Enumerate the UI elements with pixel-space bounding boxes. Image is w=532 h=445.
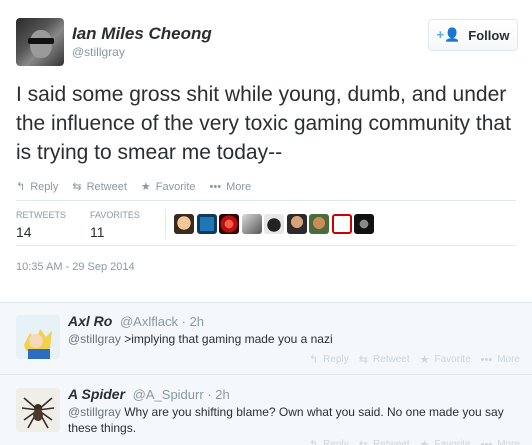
avatar[interactable] [309, 214, 329, 234]
more-icon: ••• [480, 353, 493, 366]
retweet-button[interactable]: ⇆ Retweet [359, 438, 410, 445]
list-item[interactable]: A Spider @A_Spidurr · 2h @stillgray Why … [0, 376, 532, 445]
retweet-label: Retweet [372, 439, 410, 445]
avatar[interactable] [16, 388, 60, 432]
follow-button[interactable]: +👤 Follow [428, 19, 518, 51]
follow-label: Follow [468, 27, 510, 43]
reply-author-name[interactable]: Axl Ro [68, 313, 112, 329]
reply-actions: ↰ Reply ⇆ Retweet ★ Favorite ••• More [309, 353, 520, 367]
avatar-glasses [28, 38, 54, 44]
favorite-button[interactable]: ★ Favorite [420, 438, 471, 445]
reply-label: Reply [30, 180, 59, 193]
more-label: More [226, 180, 252, 193]
more-button[interactable]: ••• More [210, 181, 252, 193]
retweet-button[interactable]: ⇆ Retweet [359, 353, 410, 366]
avatar[interactable] [219, 214, 239, 234]
avatar[interactable] [16, 315, 60, 359]
more-button[interactable]: ••• More [481, 353, 520, 366]
more-label: More [497, 439, 520, 445]
stats-divider [165, 209, 166, 239]
tweet-stats: RETWEETS 14 FAVORITES 11 [16, 200, 516, 246]
more-icon: ••• [209, 180, 222, 193]
favorite-button[interactable]: ★ Favorite [140, 180, 196, 194]
reply-text: @stillgray >implying that gaming made yo… [68, 331, 520, 347]
favorite-label: Favorite [434, 354, 471, 365]
star-icon: ★ [419, 439, 430, 445]
reply-label: Reply [323, 354, 349, 365]
avatar[interactable] [264, 214, 284, 234]
favorites-count: 11 [90, 224, 105, 240]
reply-icon: ↰ [308, 354, 319, 366]
retweet-icon: ⇆ [358, 354, 368, 366]
reply-label: Reply [323, 439, 349, 445]
tweet-card: Ian Miles Cheong @stillgray +👤 Follow I … [0, 0, 532, 302]
replies-section: Axl Ro @Axlflack · 2h @stillgray >implyi… [0, 302, 532, 445]
retweet-label: Retweet [372, 354, 410, 365]
reply-mention[interactable]: @stillgray [68, 405, 121, 419]
retweet-label: Retweet [86, 180, 127, 193]
reply-header: Axl Ro @Axlflack · 2h [68, 313, 204, 329]
reply-time[interactable]: · 2h [182, 314, 204, 329]
star-icon: ★ [419, 354, 430, 366]
author-handle[interactable]: @stillgray [72, 45, 125, 59]
add-user-icon: +👤 [436, 27, 461, 42]
reply-author-handle[interactable]: @A_Spidurr [133, 387, 204, 402]
retweet-icon: ⇆ [72, 181, 82, 193]
reply-avatar-art [16, 315, 60, 359]
reply-text: @stillgray Why are you shifting blame? O… [68, 404, 520, 436]
reply-author-handle[interactable]: @Axlflack [120, 314, 178, 329]
reply-body: Why are you shifting blame? Own what you… [68, 405, 504, 435]
tweet-timestamp[interactable]: 10:35 AM - 29 Sep 2014 [16, 261, 135, 273]
more-icon: ••• [480, 438, 493, 445]
author-avatar[interactable] [16, 18, 64, 66]
reply-time[interactable]: · 2h [207, 387, 229, 402]
reply-icon: ↰ [308, 439, 319, 445]
list-item[interactable]: Axl Ro @Axlflack · 2h @stillgray >implyi… [0, 303, 532, 375]
reply-mention[interactable]: @stillgray [68, 332, 121, 346]
retweet-button[interactable]: ⇆ Retweet [72, 180, 127, 194]
more-label: More [497, 354, 520, 365]
spider-icon [16, 388, 60, 432]
favorite-label: Favorite [434, 439, 471, 445]
reply-icon: ↰ [16, 181, 26, 193]
reply-button[interactable]: ↰ Reply [309, 353, 349, 366]
retweets-stat[interactable]: RETWEETS 14 [16, 210, 66, 240]
retweets-label: RETWEETS [16, 210, 67, 220]
reply-header: A Spider @A_Spidurr · 2h [68, 386, 230, 402]
reply-actions: ↰ Reply ⇆ Retweet ★ Favorite ••• More [309, 438, 520, 445]
reply-button[interactable]: ↰ Reply [16, 180, 59, 194]
tweet-text: I said some gross shit while young, dumb… [16, 83, 511, 164]
tweet-actions: ↰ Reply ⇆ Retweet ★ Favorite ••• More [16, 180, 265, 194]
reply-body: >implying that gaming made you a nazi [120, 332, 333, 346]
avatar[interactable] [241, 214, 262, 234]
favorites-label: FAVORITES [90, 210, 140, 220]
avatar-face [30, 30, 52, 58]
avatar[interactable] [174, 214, 194, 234]
avatar[interactable] [354, 214, 374, 234]
star-icon: ★ [140, 181, 151, 193]
favoriter-avatars [174, 214, 377, 234]
retweet-icon: ⇆ [358, 439, 368, 445]
reply-author-name[interactable]: A Spider [68, 386, 125, 402]
avatar[interactable] [196, 214, 217, 234]
favorite-label: Favorite [155, 180, 196, 193]
avatar[interactable] [331, 214, 352, 234]
retweets-count: 14 [16, 224, 32, 240]
favorite-button[interactable]: ★ Favorite [420, 353, 471, 366]
avatar[interactable] [286, 214, 307, 234]
more-button[interactable]: ••• More [481, 438, 520, 445]
favorites-stat[interactable]: FAVORITES 11 [90, 210, 140, 240]
reply-button[interactable]: ↰ Reply [309, 438, 349, 445]
author-name[interactable]: Ian Miles Cheong [72, 24, 212, 44]
